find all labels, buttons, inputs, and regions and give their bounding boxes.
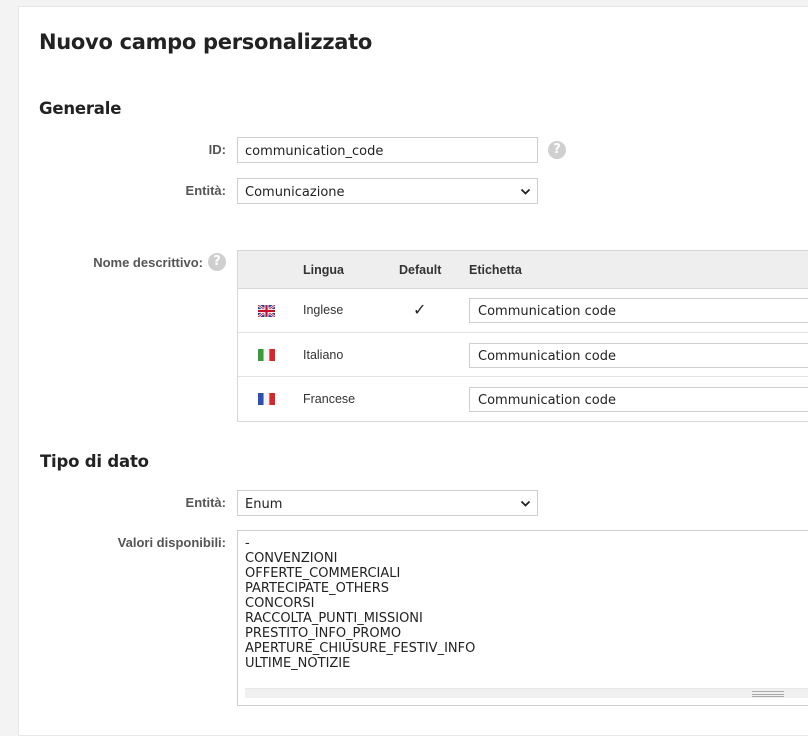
chevron-down-icon <box>520 188 531 195</box>
available-values-textarea[interactable]: - CONVENZIONI OFFERTE_COMMERCIALI PARTEC… <box>237 530 808 706</box>
entity-select[interactable]: Comunicazione <box>237 178 538 204</box>
enum-value: APERTURE_CHIUSURE_FESTIV_INFO <box>245 641 476 656</box>
entity-select-value: Comunicazione <box>245 185 345 200</box>
language-name: Italiano <box>303 348 344 362</box>
id-input[interactable]: communication_code <box>237 137 538 163</box>
descriptive-name-label: Nome descrittivo: <box>93 255 203 270</box>
translations-table: Lingua Default Etichetta Inglese ✓ Commu… <box>237 250 808 422</box>
enum-value: - <box>245 536 250 551</box>
horizontal-scrollbar[interactable] <box>245 688 808 698</box>
language-name: Francese <box>303 392 356 406</box>
datatype-entity-label: Entità: <box>185 495 226 510</box>
page-title: Nuovo campo personalizzato <box>39 30 373 54</box>
entity-label: Entità: <box>185 183 226 198</box>
datatype-select[interactable]: Enum <box>237 490 538 516</box>
enum-value: OFFERTE_COMMERCIALI <box>245 566 401 581</box>
table-header: Lingua Default Etichetta <box>238 251 808 289</box>
enum-value: CONCORSI <box>245 596 315 611</box>
id-label: ID: <box>208 142 226 157</box>
table-row: Francese Communication code <box>238 377 808 421</box>
column-header-default: Default <box>399 263 442 277</box>
uk-flag-icon <box>258 305 275 317</box>
column-header-label: Etichetta <box>469 263 522 277</box>
table-row: Italiano Communication code <box>238 333 808 377</box>
language-name: Inglese <box>303 303 344 317</box>
label-input[interactable]: Communication code <box>469 387 808 412</box>
scrollbar-grip-icon[interactable] <box>752 691 784 697</box>
enum-value: PRESTITO_INFO_PROMO <box>245 626 402 641</box>
enum-value: ULTIME_NOTIZIE <box>245 656 351 671</box>
table-row: Inglese ✓ Communication code <box>238 289 808 333</box>
france-flag-icon <box>258 393 275 405</box>
question-icon[interactable]: ? <box>548 141 566 159</box>
column-header-language: Lingua <box>303 263 344 277</box>
available-values-label: Valori disponibili: <box>117 535 226 550</box>
label-input[interactable]: Communication code <box>469 343 808 368</box>
italy-flag-icon <box>258 349 275 361</box>
enum-value: RACCOLTA_PUNTI_MISSIONI <box>245 611 423 626</box>
label-input[interactable]: Communication code <box>469 298 808 323</box>
enum-value: CONVENZIONI <box>245 551 338 566</box>
datatype-select-value: Enum <box>245 497 283 512</box>
chevron-down-icon <box>520 500 531 507</box>
question-icon[interactable]: ? <box>208 253 226 271</box>
default-check-icon: ✓ <box>413 302 427 319</box>
section-heading-general: Generale <box>39 99 122 118</box>
section-heading-datatype: Tipo di dato <box>40 452 149 471</box>
enum-value: PARTECIPATE_OTHERS <box>245 581 390 596</box>
